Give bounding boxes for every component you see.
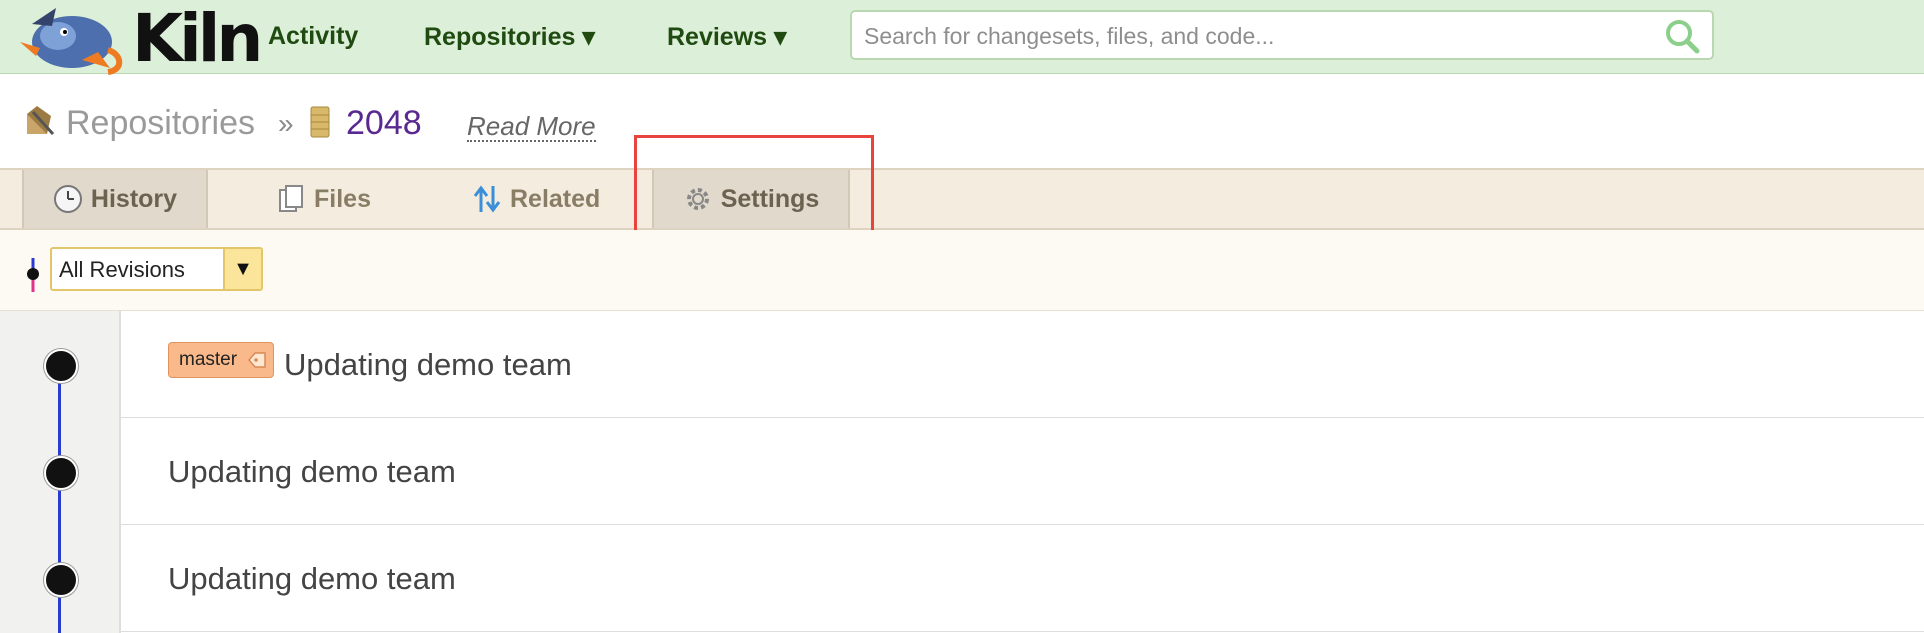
changeset-title: Updating demo team [168,561,456,596]
dropdown-arrow-icon[interactable]: ▼ [223,249,261,289]
revision-graph [0,311,121,633]
revision-filter-select[interactable]: All Revisions ▼ [50,247,263,291]
nav-reviews-dropdown[interactable]: Reviews ▾ [667,22,787,52]
breadcrumb-repo-link[interactable]: 2048 [346,104,422,143]
tab-settings-label: Settings [720,184,820,213]
breadcrumb-separator: » [278,108,294,139]
read-more-link[interactable]: Read More [467,112,596,142]
changeset-row[interactable]: Updating demo team [121,418,1924,525]
tab-history[interactable]: History [22,170,208,228]
tab-related-label: Related [510,184,601,213]
files-icon [279,185,303,212]
repo-tab-bar: History Files Related Settings [0,168,1924,230]
tab-related[interactable]: Related [472,170,600,228]
clock-icon [53,185,82,213]
search-icon[interactable] [1664,18,1700,54]
repository-icon [310,106,330,138]
related-arrows-icon [473,185,501,213]
graph-legend-icon [27,258,39,292]
changeset-row[interactable]: Updating demo team [121,525,1924,632]
changeset-title: Updating demo team [284,347,572,382]
kiln-logo[interactable]: Kiln [12,0,263,77]
branch-tag-label: master [179,349,238,370]
tab-files[interactable]: Files [276,170,371,228]
revision-filter-value: All Revisions [59,257,185,282]
brand-name: Kiln [132,0,263,77]
nav-activity[interactable]: Activity [268,22,358,51]
graph-node [44,456,78,490]
tab-history-label: History [90,184,178,213]
tag-icon [248,352,266,368]
history-filter-bar: All Revisions ▼ [0,230,1924,311]
changeset-title: Updating demo team [168,454,456,489]
branch-tag-master[interactable]: master [168,342,275,378]
repositories-icon [27,106,55,136]
gear-icon [686,188,709,210]
nav-repositories-dropdown[interactable]: Repositories ▾ [424,22,595,52]
breadcrumb-repositories-link[interactable]: Repositories [66,104,255,143]
kiln-mascot-icon [20,8,123,75]
breadcrumb: Repositories » 2048 Read More [0,74,1924,168]
tab-settings[interactable]: Settings [652,170,850,228]
search-input[interactable] [862,12,1646,60]
tab-files-label: Files [314,184,371,213]
top-navigation-bar: Kiln Activity Repositories ▾ Reviews ▾ [0,0,1924,77]
search-box [850,10,1714,60]
graph-node [44,563,78,597]
changeset-row[interactable]: master Updating demo team [121,311,1924,418]
graph-node [44,349,78,383]
